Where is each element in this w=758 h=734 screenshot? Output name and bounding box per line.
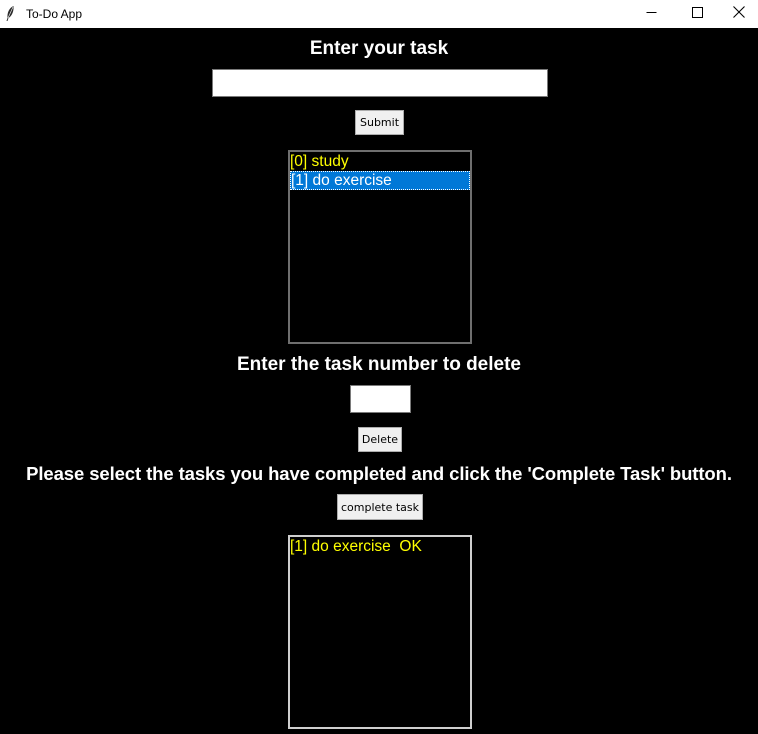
delete-button[interactable]: Delete — [358, 427, 402, 452]
delete-number-input[interactable] — [350, 385, 411, 413]
complete-instructions: Please select the tasks you have complet… — [26, 463, 732, 484]
close-button[interactable] — [720, 0, 758, 28]
delete-heading: Enter the task number to delete — [236, 354, 521, 375]
task-input[interactable] — [212, 69, 548, 97]
submit-button[interactable]: Submit — [355, 110, 404, 135]
window-title: To-Do App — [26, 7, 83, 21]
completed-listbox[interactable]: [1] do exercise OK — [288, 535, 472, 729]
title-bar[interactable]: To-Do App — [0, 0, 758, 28]
list-item-selected[interactable]: [1] do exercise — [290, 171, 470, 190]
task-entry-heading: Enter your task — [309, 38, 449, 59]
list-item[interactable]: [0] study — [290, 152, 470, 171]
completed-list-item[interactable]: [1] do exercise OK — [290, 537, 470, 556]
app-window: To-Do App Enter your task Submit [0] stu… — [0, 0, 758, 734]
minimize-icon — [646, 5, 657, 23]
close-icon — [733, 5, 745, 23]
maximize-icon — [691, 5, 703, 23]
maximize-button[interactable] — [674, 0, 720, 28]
feather-icon — [5, 5, 15, 22]
task-listbox[interactable]: [0] study [1] do exercise — [288, 150, 472, 344]
complete-task-button[interactable]: complete task — [337, 494, 423, 520]
minimize-button[interactable] — [628, 0, 674, 28]
